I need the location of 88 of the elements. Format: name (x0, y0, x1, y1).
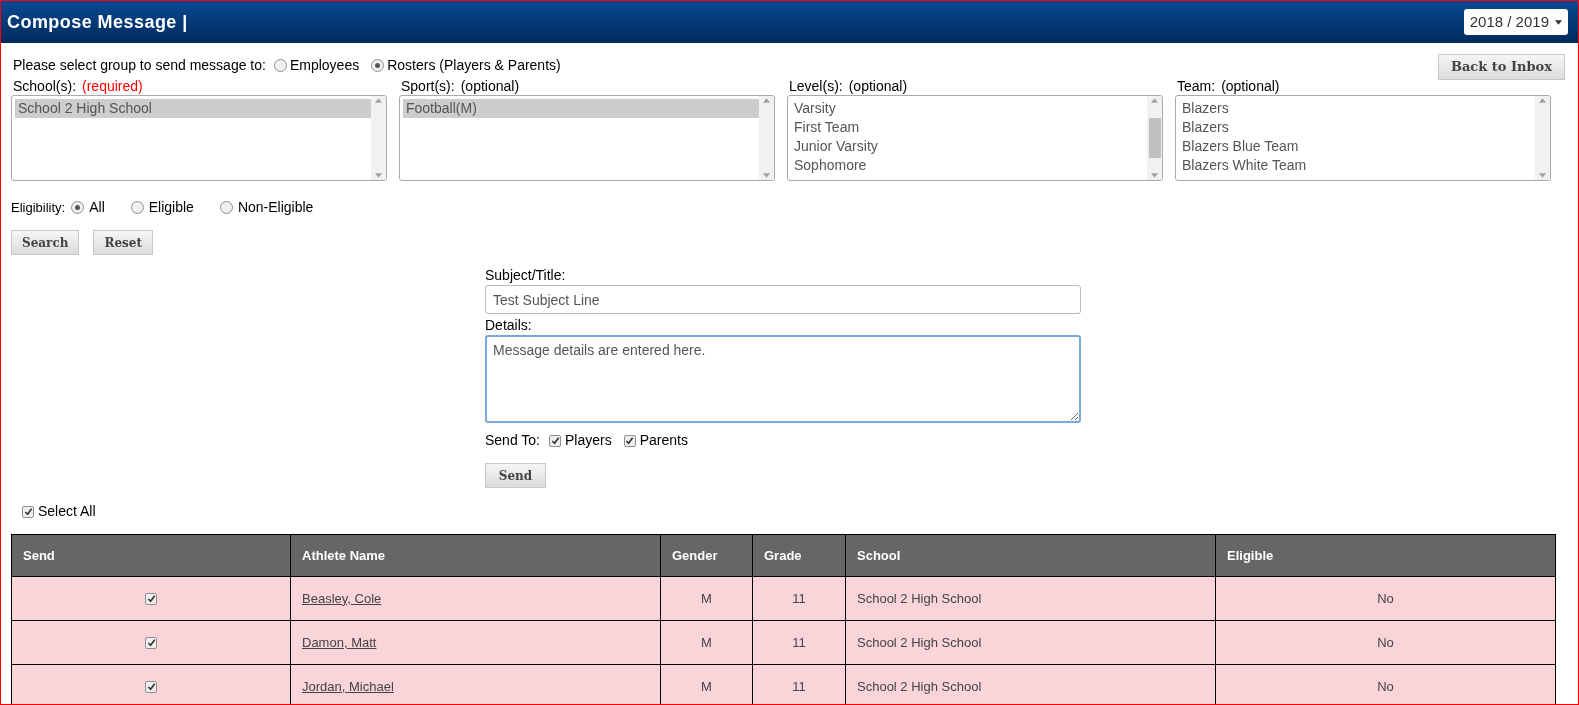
list-option[interactable]: Blazers Blue Team (1179, 137, 1535, 156)
radio-label: Non-Eligible (237, 198, 314, 217)
table-cell: 11 (752, 577, 845, 620)
eligibility-label: Eligibility: (11, 198, 66, 217)
select-list[interactable]: School 2 High School (11, 95, 387, 181)
athlete-link[interactable]: Beasley, Cole (302, 588, 382, 609)
table-cell: 11 (752, 665, 845, 704)
radio-label: Eligible (148, 198, 194, 217)
radio-button[interactable] (71, 201, 85, 214)
radio-button[interactable] (130, 201, 144, 214)
send-to-label: Send To: (485, 431, 540, 450)
list-option[interactable]: Blazers (1179, 99, 1535, 118)
table-cell: School 2 High School (845, 577, 1215, 620)
list-option[interactable]: Blazers White Team (1179, 156, 1535, 175)
list-option[interactable]: Junior Varsity (791, 137, 1147, 156)
scroll-down-icon (375, 173, 382, 178)
radio-button[interactable] (219, 201, 233, 214)
filter-button[interactable]: Search (11, 230, 80, 255)
select-list[interactable]: Varsity First Team Junior Varsity Sophomore (787, 95, 1163, 181)
radio-label: Rosters (Players & Parents) (387, 56, 561, 75)
scrollbar[interactable] (371, 96, 386, 180)
table-cell: M (660, 621, 752, 664)
list-option[interactable]: School 2 High School (15, 99, 371, 118)
list-note: (required) (82, 77, 143, 95)
table-cell: No (1215, 621, 1555, 664)
checkbox-label: Players (565, 431, 612, 450)
list-label: Level(s): (789, 77, 843, 95)
checkbox[interactable] (145, 636, 157, 649)
list-option[interactable]: First Team (791, 118, 1147, 137)
list-option[interactable]: Varsity (791, 99, 1147, 118)
column-header: Eligible (1215, 535, 1555, 576)
table-cell: School 2 High School (845, 665, 1215, 704)
list-option[interactable]: Sophomore (791, 156, 1147, 175)
table-cell: M (660, 577, 752, 620)
checkbox-label: Parents (639, 431, 688, 450)
scroll-down-icon (1539, 173, 1546, 178)
radio-button[interactable] (371, 59, 385, 72)
athlete-link[interactable]: Damon, Matt (302, 632, 377, 653)
table-cell: 11 (752, 621, 845, 664)
scrollbar[interactable] (1535, 96, 1550, 180)
table-cell: School 2 High School (845, 621, 1215, 664)
year-dropdown[interactable]: 2018 / 2019 (1463, 9, 1568, 35)
list-note: (optional) (1221, 77, 1280, 95)
list-label: School(s): (13, 77, 77, 95)
checkbox[interactable] (145, 592, 157, 605)
subject-field[interactable]: Test Subject Line (485, 285, 1081, 314)
checkbox[interactable] (623, 434, 636, 447)
checkbox[interactable] (22, 505, 34, 518)
athlete-link[interactable]: Jordan, Michael (302, 676, 394, 697)
scrollbar[interactable] (759, 96, 774, 180)
list-note: (optional) (848, 77, 908, 95)
scroll-up-icon (1151, 98, 1158, 103)
details-label: Details: (485, 316, 533, 335)
column-header: School (845, 535, 1215, 576)
column-header: Gender (660, 535, 752, 576)
scroll-up-icon (1539, 98, 1546, 103)
group-label: Please select group to send message to: (13, 56, 266, 75)
table-cell: No (1215, 577, 1555, 620)
radio-label: Employees (289, 56, 360, 75)
select-all-label: Select All (38, 502, 96, 521)
table-cell: No (1215, 665, 1555, 704)
list-note: (optional) (460, 77, 520, 95)
scrollbar[interactable] (1147, 96, 1162, 180)
page-title: Compose Message | (7, 10, 188, 34)
select-list[interactable]: Football(M) (399, 95, 775, 181)
checkbox[interactable] (549, 434, 561, 447)
list-option[interactable]: Blazers (1179, 118, 1535, 137)
scroll-down-icon (1151, 173, 1158, 178)
scroll-down-icon (763, 173, 770, 178)
scroll-up-icon (763, 98, 770, 103)
radio-label: All (89, 198, 105, 217)
scroll-up-icon (375, 98, 382, 103)
column-header: Send (22, 546, 56, 565)
table-cell: M (660, 665, 752, 704)
list-label: Sport(s): (401, 77, 455, 95)
list-option[interactable]: Football(M) (403, 99, 759, 118)
subject-label: Subject/Title: (485, 266, 567, 285)
details-field[interactable]: Message details are entered here. (485, 335, 1081, 423)
column-header: Athlete Name (290, 535, 660, 576)
radio-button[interactable] (273, 59, 287, 72)
select-list[interactable]: Blazers Blazers Blazers Blue Team Blazers White Team (1175, 95, 1551, 181)
filter-button[interactable]: Reset (93, 230, 153, 255)
column-header: Grade (752, 535, 845, 576)
back-to-inbox-button[interactable]: Back to Inbox (1437, 54, 1565, 80)
caret-icon (1555, 19, 1562, 25)
list-label: Team: (1177, 77, 1216, 95)
checkbox[interactable] (145, 680, 157, 693)
send-button[interactable]: Send (485, 463, 546, 488)
